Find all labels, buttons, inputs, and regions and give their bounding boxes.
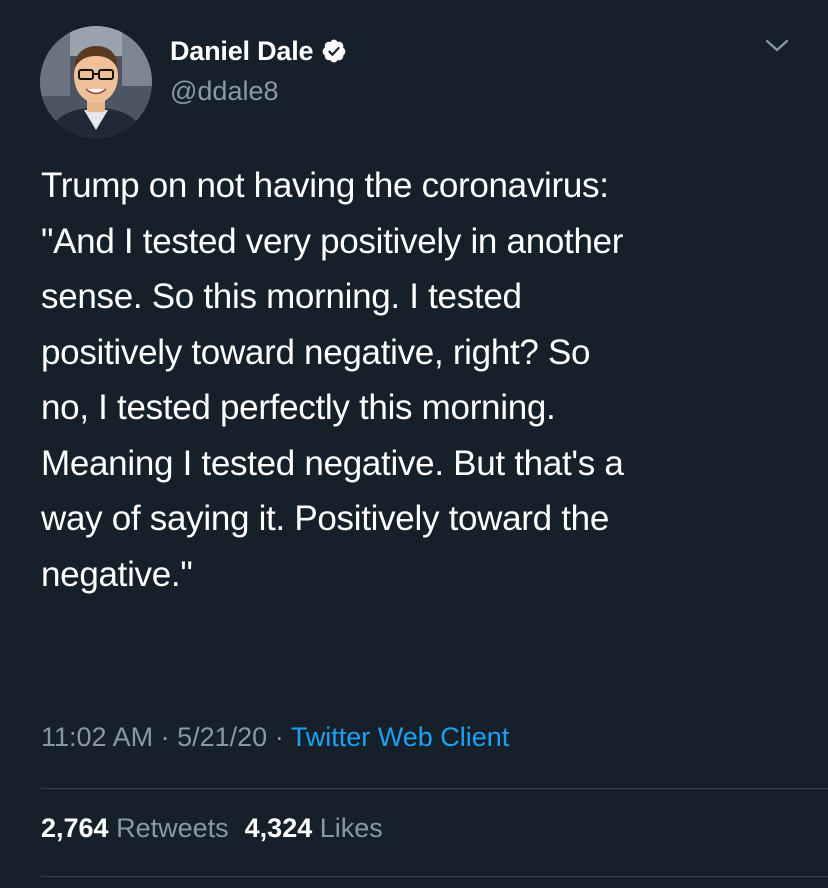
tweet-meta: 11:02 AM · 5/21/20 · Twitter Web Client bbox=[41, 722, 509, 753]
likes-stat[interactable]: 4,324 Likes bbox=[245, 813, 383, 843]
display-name[interactable]: Daniel Dale bbox=[170, 36, 314, 67]
author-name-row[interactable]: Daniel Dale bbox=[170, 34, 347, 68]
tweet-source-link[interactable]: Twitter Web Client bbox=[291, 722, 510, 752]
meta-separator: · bbox=[274, 722, 284, 752]
likes-count: 4,324 bbox=[244, 813, 313, 843]
avatar[interactable] bbox=[40, 26, 152, 138]
divider bbox=[41, 788, 828, 789]
author-handle[interactable]: @ddale8 bbox=[170, 76, 279, 107]
meta-separator: · bbox=[160, 722, 170, 752]
tweet-text: Trump on not having the coronavirus: "An… bbox=[41, 166, 624, 594]
retweets-count: 2,764 bbox=[41, 813, 109, 843]
retweets-label: Retweets bbox=[116, 813, 229, 843]
tweet-stats: 2,764 Retweets 4,324 Likes bbox=[41, 813, 383, 844]
tweet-date[interactable]: 5/21/20 bbox=[177, 722, 267, 752]
divider bbox=[41, 876, 828, 877]
tweet-time[interactable]: 11:02 AM bbox=[41, 722, 153, 752]
verified-badge-icon bbox=[321, 38, 347, 64]
tweet-card: Daniel Dale @ddale8 Trump on not having … bbox=[0, 0, 828, 888]
chevron-down-icon[interactable] bbox=[764, 36, 790, 56]
likes-label: Likes bbox=[319, 813, 383, 843]
retweets-stat[interactable]: 2,764 Retweets bbox=[41, 813, 229, 843]
